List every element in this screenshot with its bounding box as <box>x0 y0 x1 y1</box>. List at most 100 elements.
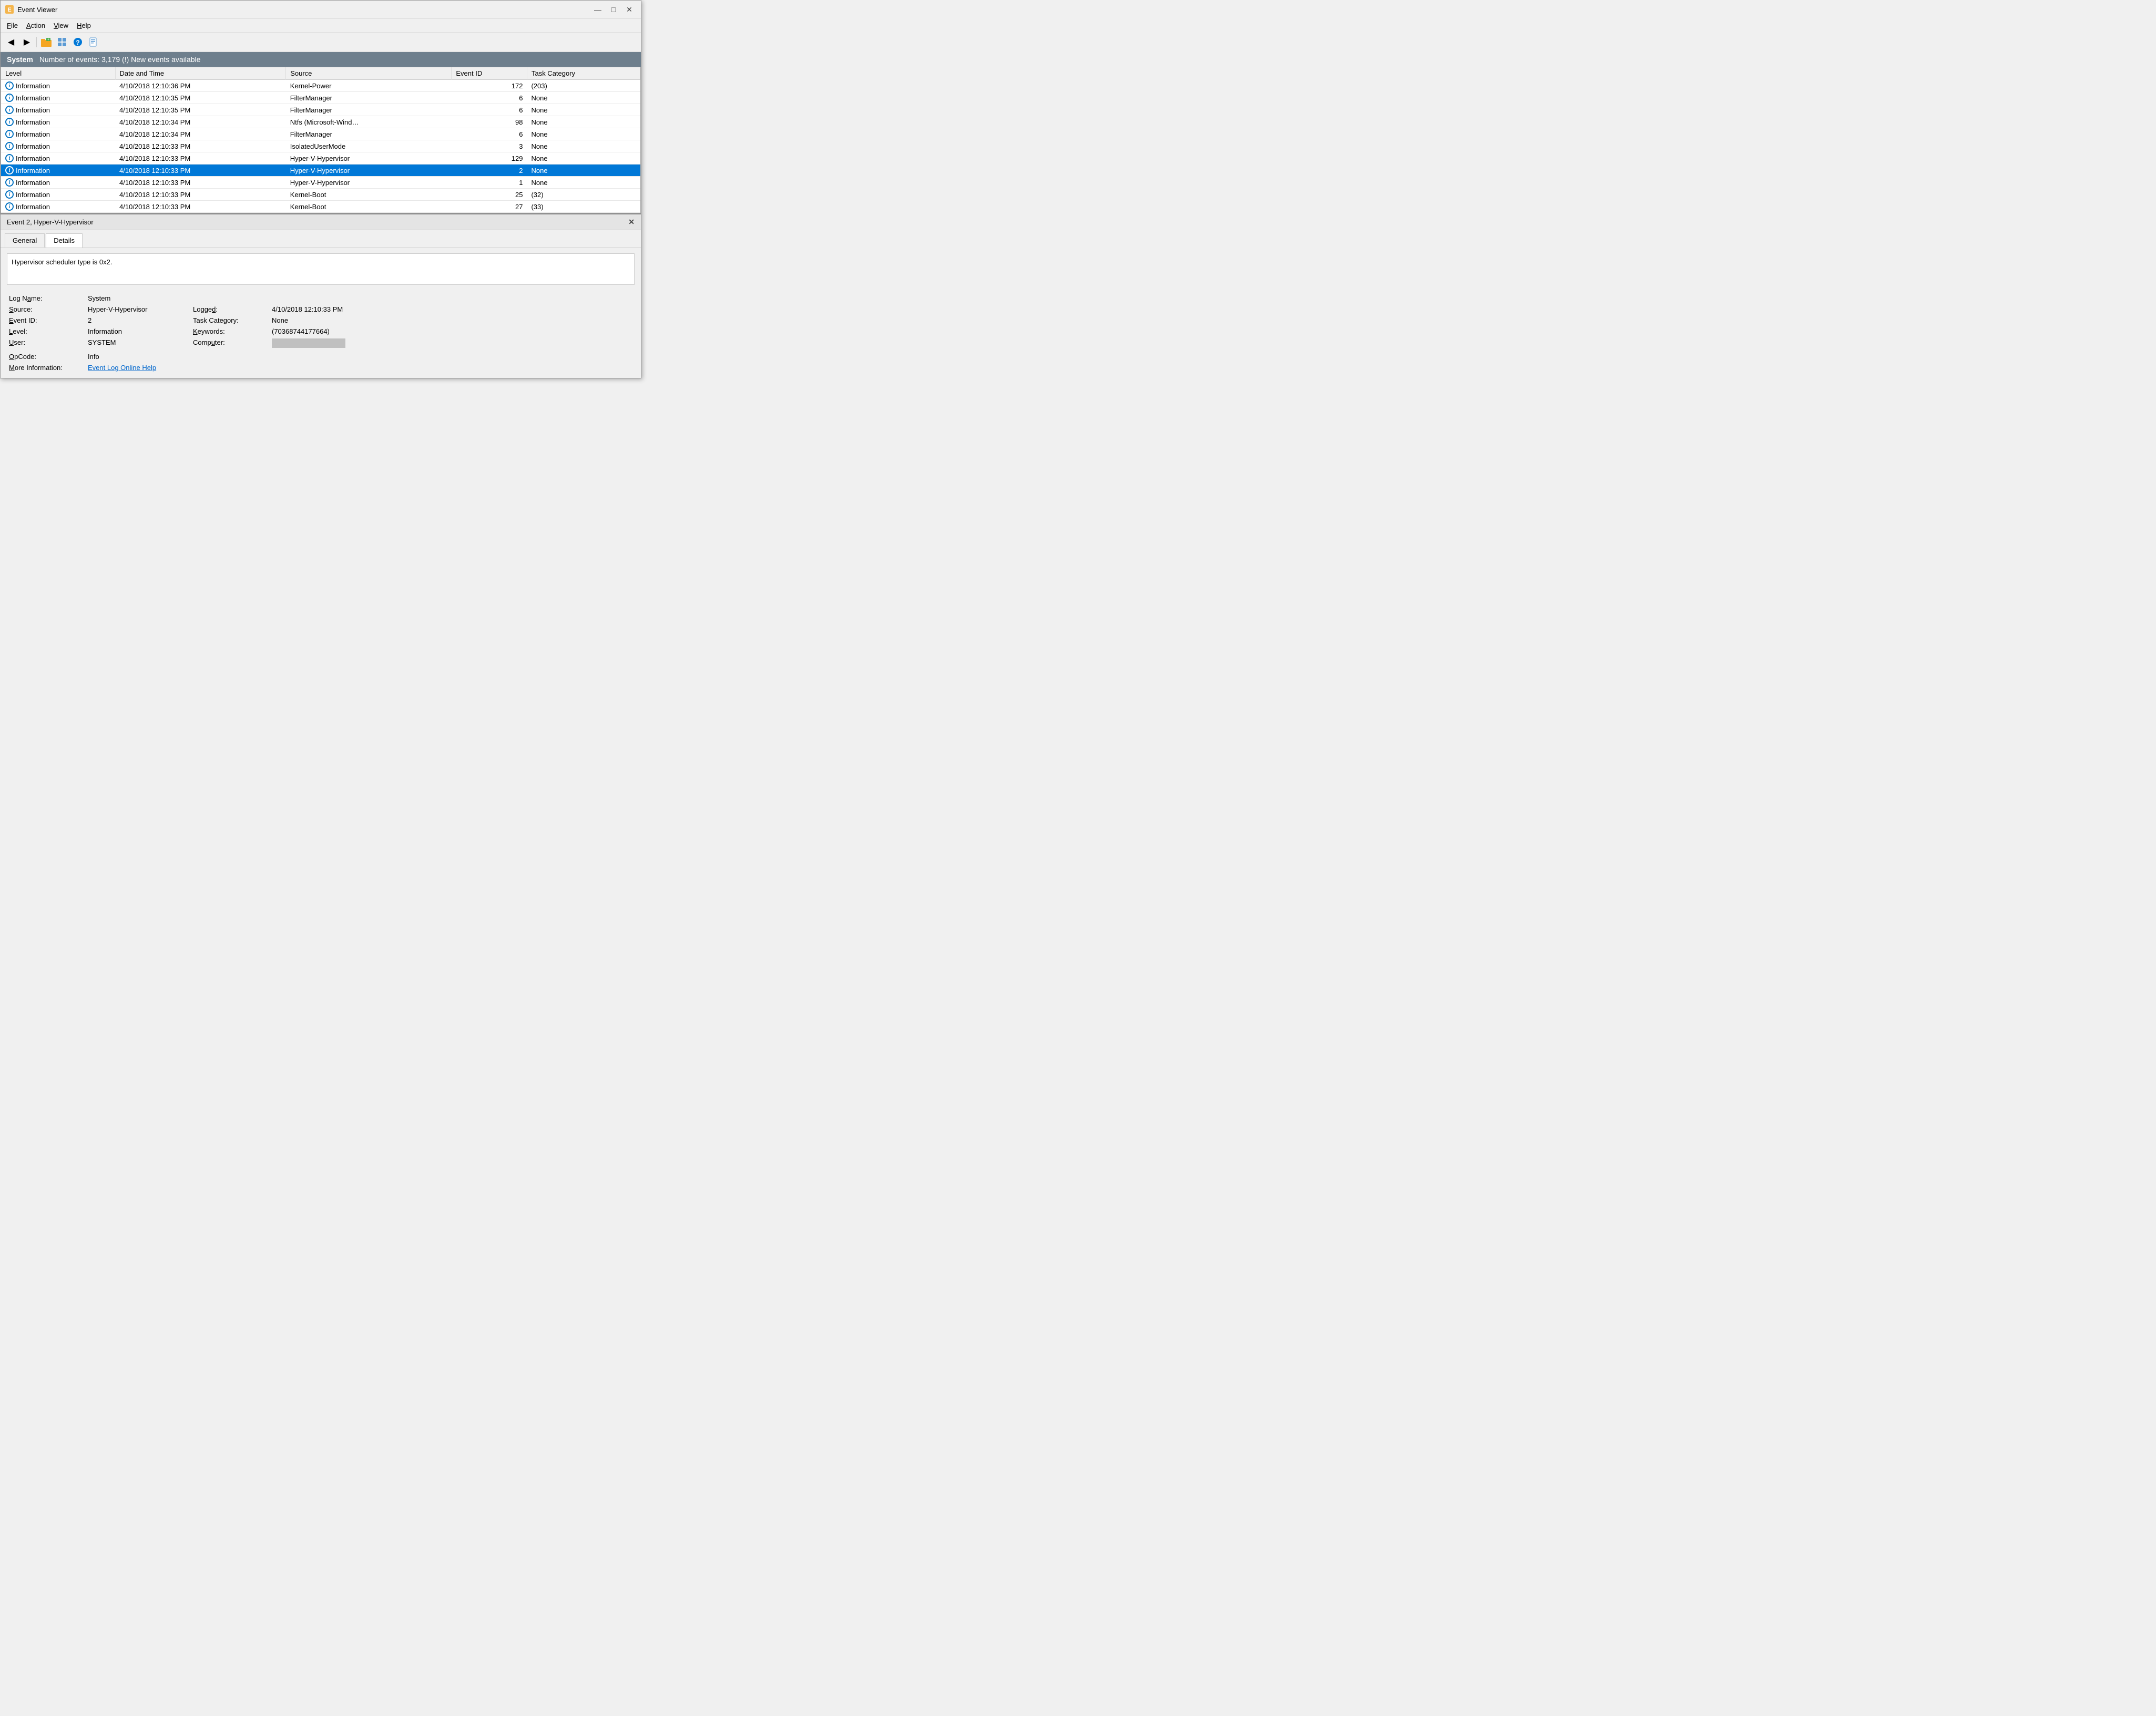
cell-source: Hyper-V-Hypervisor <box>286 177 452 189</box>
info-icon: i <box>5 202 14 211</box>
section-name: System <box>7 55 33 64</box>
event-log-online-help-link[interactable]: Event Log Online Help <box>88 364 156 372</box>
level-text: Information <box>16 82 50 90</box>
more-info-label: More Information: <box>9 364 88 372</box>
level-text: Information <box>16 167 50 174</box>
info-icon: i <box>5 106 14 114</box>
cell-eventid: 129 <box>452 152 527 165</box>
help-button[interactable]: ? <box>70 35 85 49</box>
menu-file[interactable]: File <box>3 20 22 31</box>
tab-details[interactable]: Details <box>46 233 83 248</box>
cell-source: FilterManager <box>286 92 452 104</box>
task-category-value: None <box>272 316 632 324</box>
event-table: Level Date and Time Source Event ID Task… <box>1 67 640 213</box>
keywords-label: Keywords: <box>193 327 272 335</box>
col-taskcategory: Task Category <box>527 67 640 80</box>
window-controls: — □ ✕ <box>590 4 637 15</box>
close-button[interactable]: ✕ <box>622 4 637 15</box>
cell-eventid: 6 <box>452 104 527 116</box>
cell-level: iInformation <box>1 104 115 116</box>
cell-taskcategory: (203) <box>527 80 640 92</box>
cell-datetime: 4/10/2018 12:10:34 PM <box>115 128 286 140</box>
table-row[interactable]: iInformation4/10/2018 12:10:33 PMKernel-… <box>1 189 640 201</box>
col-source: Source <box>286 67 452 80</box>
menu-bar: File Action View Help <box>1 19 641 33</box>
table-row[interactable]: iInformation4/10/2018 12:10:34 PMFilterM… <box>1 128 640 140</box>
cell-eventid: 6 <box>452 128 527 140</box>
minimize-button[interactable]: — <box>590 4 605 15</box>
user-value: SYSTEM <box>88 338 193 350</box>
window-title: Event Viewer <box>17 6 590 14</box>
event-list-scroll[interactable]: Level Date and Time Source Event ID Task… <box>1 67 640 213</box>
app-icon: E <box>5 5 14 14</box>
opcode-value: Info <box>88 353 193 361</box>
menu-view[interactable]: View <box>49 20 73 31</box>
menu-action[interactable]: Action <box>22 20 49 31</box>
table-row[interactable]: iInformation4/10/2018 12:10:33 PMHyper-V… <box>1 152 640 165</box>
cell-datetime: 4/10/2018 12:10:33 PM <box>115 152 286 165</box>
title-bar: E Event Viewer — □ ✕ <box>1 1 641 19</box>
info-icon: i <box>5 118 14 126</box>
cell-datetime: 4/10/2018 12:10:33 PM <box>115 165 286 177</box>
report-button[interactable] <box>86 35 101 49</box>
cell-eventid: 172 <box>452 80 527 92</box>
keywords-value: (70368744177664) <box>272 327 632 335</box>
cell-datetime: 4/10/2018 12:10:33 PM <box>115 201 286 213</box>
table-row[interactable]: iInformation4/10/2018 12:10:36 PMKernel-… <box>1 80 640 92</box>
cell-taskcategory: None <box>527 177 640 189</box>
cell-taskcategory: None <box>527 140 640 152</box>
detail-title: Event 2, Hyper-V-Hypervisor <box>7 218 94 226</box>
level-value: Information <box>88 327 193 335</box>
table-row[interactable]: iInformation4/10/2018 12:10:33 PMKernel-… <box>1 201 640 213</box>
cell-eventid: 2 <box>452 165 527 177</box>
maximize-button[interactable]: □ <box>606 4 621 15</box>
table-row[interactable]: iInformation4/10/2018 12:10:35 PMFilterM… <box>1 92 640 104</box>
event-meta: Log Name: System Source: Hyper-V-Hypervi… <box>1 290 641 378</box>
cell-level: iInformation <box>1 116 115 128</box>
grid-button[interactable] <box>55 35 69 49</box>
logged-label: Logged: <box>193 305 272 313</box>
more-info-value: Event Log Online Help <box>88 364 193 372</box>
cell-taskcategory: None <box>527 116 640 128</box>
info-icon: i <box>5 166 14 174</box>
level-text: Information <box>16 130 50 138</box>
cell-taskcategory: (32) <box>527 189 640 201</box>
back-button[interactable]: ◀ <box>4 35 18 49</box>
computer-value <box>272 338 632 350</box>
level-text: Information <box>16 118 50 126</box>
log-name-label: Log Name: <box>9 294 88 302</box>
cell-datetime: 4/10/2018 12:10:36 PM <box>115 80 286 92</box>
level-text: Information <box>16 191 50 199</box>
detail-close-button[interactable]: ✕ <box>628 218 635 227</box>
tab-general[interactable]: General <box>5 233 45 248</box>
cell-datetime: 4/10/2018 12:10:33 PM <box>115 177 286 189</box>
svg-text:E: E <box>7 7 11 13</box>
event-id-value: 2 <box>88 316 193 324</box>
header-bar: System Number of events: 3,179 (!) New e… <box>1 52 641 67</box>
col-level: Level <box>1 67 115 80</box>
menu-help[interactable]: Help <box>73 20 95 31</box>
event-viewer-window: E Event Viewer — □ ✕ File Action View He… <box>0 0 641 378</box>
cell-source: FilterManager <box>286 128 452 140</box>
header-message: Number of events: 3,179 (!) New events a… <box>39 55 201 64</box>
table-row[interactable]: iInformation4/10/2018 12:10:33 PMIsolate… <box>1 140 640 152</box>
cell-datetime: 4/10/2018 12:10:34 PM <box>115 116 286 128</box>
computer-label: Computer: <box>193 338 272 350</box>
table-row[interactable]: iInformation4/10/2018 12:10:33 PMHyper-V… <box>1 177 640 189</box>
info-icon: i <box>5 190 14 199</box>
table-row[interactable]: iInformation4/10/2018 12:10:33 PMHyper-V… <box>1 165 640 177</box>
svg-text:?: ? <box>76 39 79 46</box>
cell-datetime: 4/10/2018 12:10:35 PM <box>115 104 286 116</box>
table-row[interactable]: iInformation4/10/2018 12:10:35 PMFilterM… <box>1 104 640 116</box>
cell-taskcategory: None <box>527 128 640 140</box>
table-row[interactable]: iInformation4/10/2018 12:10:34 PMNtfs (M… <box>1 116 640 128</box>
cell-level: iInformation <box>1 165 115 177</box>
col-eventid: Event ID <box>452 67 527 80</box>
cell-level: iInformation <box>1 152 115 165</box>
forward-button[interactable]: ▶ <box>19 35 34 49</box>
folder-button[interactable]: + <box>39 35 54 49</box>
level-text: Information <box>16 155 50 162</box>
cell-level: iInformation <box>1 92 115 104</box>
event-list-container: Level Date and Time Source Event ID Task… <box>1 67 641 213</box>
cell-taskcategory: (33) <box>527 201 640 213</box>
